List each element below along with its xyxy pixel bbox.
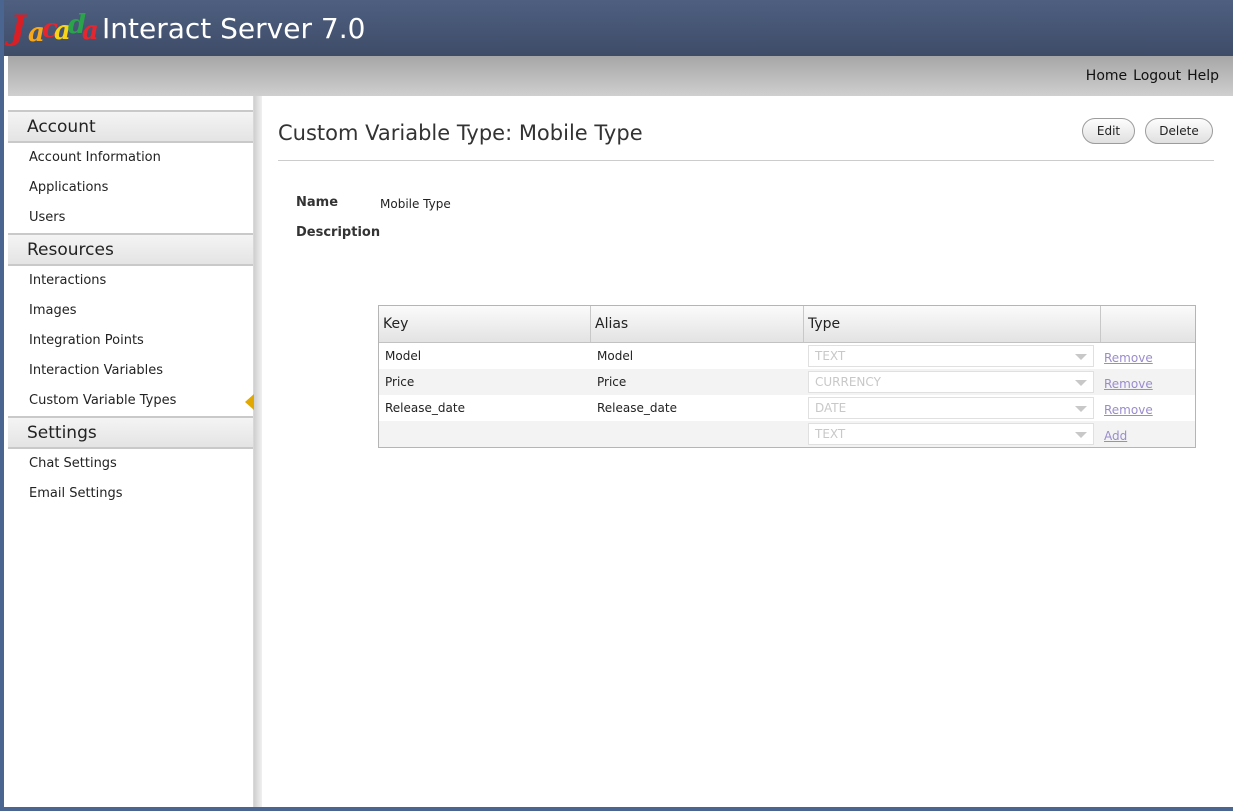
- key-cell: Model: [385, 349, 422, 363]
- table-header: Key Alias Type: [379, 306, 1195, 343]
- sidebar-item-custom-variable-types[interactable]: Custom Variable Types: [8, 386, 254, 416]
- column-header-type: Type: [804, 306, 1101, 342]
- chevron-down-icon: [1075, 354, 1087, 360]
- app-header: J a c a d a Interact Server 7.0: [4, 0, 1233, 56]
- remove-link[interactable]: Remove: [1104, 377, 1153, 391]
- sidebar-item-interactions[interactable]: Interactions: [8, 266, 253, 296]
- description-label: Description: [296, 225, 381, 240]
- key-cell: Release_date: [385, 401, 465, 415]
- alias-cell: Release_date: [597, 401, 677, 415]
- sidebar-item-images[interactable]: Images: [8, 296, 253, 326]
- sidebar-item-chat-settings[interactable]: Chat Settings: [8, 449, 253, 479]
- top-nav-bar: Home Logout Help: [8, 56, 1233, 96]
- key-cell: Price: [385, 375, 415, 389]
- home-link[interactable]: Home: [1086, 68, 1127, 84]
- column-header-alias: Alias: [591, 306, 804, 342]
- chevron-down-icon: [1075, 432, 1087, 438]
- remove-link[interactable]: Remove: [1104, 403, 1153, 417]
- sidebar-section-resources: Resources: [8, 233, 253, 266]
- table-row: Price Price CURRENCY Remove: [379, 369, 1195, 395]
- type-select[interactable]: TEXT: [808, 345, 1094, 367]
- sidebar-item-users[interactable]: Users: [8, 203, 253, 233]
- alias-cell: Price: [597, 375, 627, 389]
- page-title: Custom Variable Type: Mobile Type: [278, 121, 643, 145]
- app-title: Interact Server 7.0: [102, 12, 366, 45]
- sidebar-item-email-settings[interactable]: Email Settings: [8, 479, 253, 509]
- variables-table: Key Alias Type Model Model TEXT Remove P…: [378, 305, 1196, 448]
- title-divider: [278, 160, 1214, 161]
- help-link[interactable]: Help: [1187, 68, 1219, 84]
- sidebar-section-account: Account: [8, 110, 253, 143]
- type-select-value: DATE: [815, 401, 847, 415]
- type-cell: DATE: [804, 397, 1102, 419]
- main-content: Custom Variable Type: Mobile Type Edit D…: [262, 96, 1233, 807]
- alias-cell: Model: [597, 349, 634, 363]
- column-header-key: Key: [379, 306, 591, 342]
- type-cell: TEXT: [804, 423, 1102, 445]
- table-row-new: TEXT Add: [379, 421, 1195, 447]
- sidebar-item-applications[interactable]: Applications: [8, 173, 253, 203]
- name-label: Name: [296, 195, 339, 210]
- sidebar: Account Account Information Applications…: [8, 96, 254, 807]
- type-select-value: CURRENCY: [815, 375, 881, 389]
- jacada-logo: J a c a d a: [10, 8, 99, 48]
- table-row: Model Model TEXT Remove: [379, 343, 1195, 369]
- type-select-value: TEXT: [815, 349, 846, 363]
- column-header-actions: [1101, 306, 1195, 342]
- chevron-down-icon: [1075, 380, 1087, 386]
- sidebar-splitter[interactable]: [254, 96, 262, 807]
- edit-button[interactable]: Edit: [1082, 118, 1135, 144]
- top-nav: Home Logout Help: [1086, 68, 1219, 84]
- logout-link[interactable]: Logout: [1133, 68, 1181, 84]
- type-select-value: TEXT: [815, 427, 846, 441]
- sidebar-section-settings: Settings: [8, 416, 253, 449]
- type-cell: CURRENCY: [804, 371, 1102, 393]
- delete-button[interactable]: Delete: [1145, 118, 1213, 144]
- table-row: Release_date Release_date DATE Remove: [379, 395, 1195, 421]
- sidebar-item-account-information[interactable]: Account Information: [8, 143, 253, 173]
- type-select[interactable]: TEXT: [808, 423, 1094, 445]
- type-select[interactable]: DATE: [808, 397, 1094, 419]
- type-cell: TEXT: [804, 345, 1102, 367]
- sidebar-item-integration-points[interactable]: Integration Points: [8, 326, 253, 356]
- remove-link[interactable]: Remove: [1104, 351, 1153, 365]
- sidebar-item-interaction-variables[interactable]: Interaction Variables: [8, 356, 253, 386]
- name-value: Mobile Type: [380, 197, 451, 211]
- add-link[interactable]: Add: [1104, 429, 1127, 443]
- type-select[interactable]: CURRENCY: [808, 371, 1094, 393]
- app-window: J a c a d a Interact Server 7.0 Home Log…: [0, 0, 1233, 811]
- chevron-down-icon: [1075, 406, 1087, 412]
